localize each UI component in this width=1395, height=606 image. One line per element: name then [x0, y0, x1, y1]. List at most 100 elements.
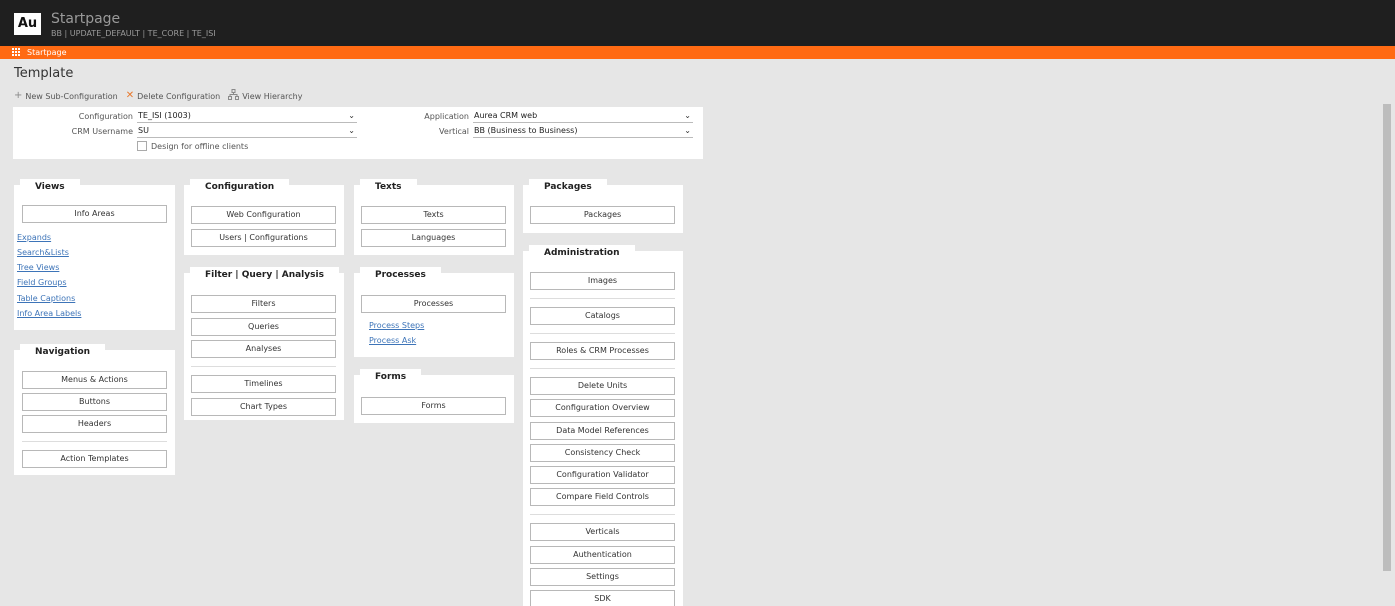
top-bar: Au Startpage BB | UPDATE_DEFAULT | TE_CO…: [0, 0, 1395, 46]
texts-button[interactable]: Texts: [361, 206, 506, 224]
configuration-select[interactable]: TE_ISI (1003) ⌄: [137, 110, 357, 123]
grid-icon: [12, 48, 21, 57]
offline-row: Design for offline clients: [137, 139, 248, 153]
processes-button[interactable]: Processes: [361, 295, 506, 313]
packages-panel: Packages Packages: [523, 179, 683, 233]
crm-username-row: CRM Username SU ⌄: [13, 124, 357, 138]
forms-button[interactable]: Forms: [361, 397, 506, 415]
app-subtitle: BB | UPDATE_DEFAULT | TE_CORE | TE_ISI: [51, 29, 216, 38]
hierarchy-icon: [228, 89, 240, 103]
process-steps-link[interactable]: Process Steps: [369, 321, 424, 330]
action-templates-button[interactable]: Action Templates: [22, 450, 167, 468]
processes-title: Processes: [360, 267, 441, 284]
delete-units-button[interactable]: Delete Units: [530, 377, 675, 395]
settings-button[interactable]: Settings: [530, 568, 675, 586]
administration-panel: Administration Images Catalogs Roles & C…: [523, 245, 683, 606]
packages-button[interactable]: Packages: [530, 206, 675, 224]
new-sub-configuration-button[interactable]: + New Sub-Configuration: [14, 91, 118, 101]
vertical-row: Vertical BB (Business to Business) ⌄: [353, 124, 693, 138]
table-captions-link[interactable]: Table Captions: [17, 294, 75, 303]
configuration-panel: Configuration Web Configuration Users | …: [184, 179, 344, 255]
application-value: Aurea CRM web: [474, 110, 538, 120]
chevron-down-icon: ⌄: [684, 110, 691, 120]
queries-button[interactable]: Queries: [191, 318, 336, 336]
divider: [22, 441, 167, 442]
new-sub-configuration-label: New Sub-Configuration: [25, 91, 118, 101]
configuration-validator-button[interactable]: Configuration Validator: [530, 466, 675, 484]
divider: [530, 514, 675, 515]
verticals-button[interactable]: Verticals: [530, 523, 675, 541]
configuration-value: TE_ISI (1003): [138, 110, 191, 120]
languages-button[interactable]: Languages: [361, 229, 506, 247]
application-label: Application: [424, 111, 469, 121]
view-hierarchy-button[interactable]: View Hierarchy: [228, 89, 302, 103]
headers-button[interactable]: Headers: [22, 415, 167, 433]
offline-checkbox[interactable]: [137, 141, 147, 151]
images-button[interactable]: Images: [530, 272, 675, 290]
views-panel: Views Info Areas Expands Search&Lists Tr…: [14, 179, 175, 330]
x-icon: ✕: [125, 90, 135, 101]
consistency-check-button[interactable]: Consistency Check: [530, 444, 675, 462]
catalogs-button[interactable]: Catalogs: [530, 307, 675, 325]
delete-configuration-button[interactable]: ✕ Delete Configuration: [126, 91, 220, 101]
filter-query-analysis-title: Filter | Query | Analysis: [190, 267, 339, 284]
application-row: Application Aurea CRM web ⌄: [353, 109, 693, 123]
tab-bar: Startpage: [0, 46, 1395, 59]
app-title: Startpage: [51, 11, 121, 27]
navigation-panel: Navigation Menus & Actions Buttons Heade…: [14, 344, 175, 475]
tree-views-link[interactable]: Tree Views: [17, 263, 59, 272]
view-hierarchy-label: View Hierarchy: [242, 91, 303, 101]
roles-crm-processes-button[interactable]: Roles & CRM Processes: [530, 342, 675, 360]
chart-types-button[interactable]: Chart Types: [191, 398, 336, 416]
search-lists-link[interactable]: Search&Lists: [17, 248, 69, 257]
texts-panel: Texts Texts Languages: [354, 179, 514, 255]
vertical-select[interactable]: BB (Business to Business) ⌄: [473, 125, 693, 138]
processes-panel: Processes Processes Process Steps Proces…: [354, 267, 514, 357]
tab-label: Startpage: [27, 48, 67, 57]
filter-query-analysis-panel: Filter | Query | Analysis Filters Querie…: [184, 267, 344, 420]
menus-actions-button[interactable]: Menus & Actions: [22, 371, 167, 389]
divider: [530, 368, 675, 369]
plus-icon: +: [14, 90, 23, 101]
filters-button[interactable]: Filters: [191, 295, 336, 313]
crm-username-value: SU: [138, 125, 149, 135]
configuration-overview-button[interactable]: Configuration Overview: [530, 399, 675, 417]
tab-startpage[interactable]: Startpage: [12, 47, 67, 58]
divider: [530, 298, 675, 299]
vertical-label: Vertical: [439, 126, 469, 136]
delete-configuration-label: Delete Configuration: [137, 91, 221, 101]
offline-label: Design for offline clients: [151, 141, 249, 151]
expands-link[interactable]: Expands: [17, 233, 51, 242]
configuration-title: Configuration: [190, 179, 290, 196]
compare-field-controls-button[interactable]: Compare Field Controls: [530, 488, 675, 506]
crm-username-label: CRM Username: [71, 126, 133, 136]
sdk-button[interactable]: SDK: [530, 590, 675, 606]
chevron-down-icon: ⌄: [684, 125, 691, 135]
views-title: Views: [20, 179, 80, 196]
info-area-labels-link[interactable]: Info Area Labels: [17, 309, 81, 318]
scrollbar[interactable]: [1383, 104, 1391, 571]
navigation-title: Navigation: [20, 344, 106, 361]
analyses-button[interactable]: Analyses: [191, 340, 336, 358]
packages-title: Packages: [529, 179, 607, 196]
authentication-button[interactable]: Authentication: [530, 546, 675, 564]
timelines-button[interactable]: Timelines: [191, 375, 336, 393]
configuration-row: Configuration TE_ISI (1003) ⌄: [13, 109, 357, 123]
buttons-button[interactable]: Buttons: [22, 393, 167, 411]
users-configurations-button[interactable]: Users | Configurations: [191, 229, 336, 247]
vertical-value: BB (Business to Business): [474, 125, 578, 135]
divider: [191, 366, 336, 367]
page-title: Template: [14, 66, 74, 81]
configuration-label: Configuration: [78, 111, 133, 121]
texts-title: Texts: [360, 179, 417, 196]
data-model-references-button[interactable]: Data Model References: [530, 422, 675, 440]
crm-username-select[interactable]: SU ⌄: [137, 125, 357, 138]
application-select[interactable]: Aurea CRM web ⌄: [473, 110, 693, 123]
process-ask-link[interactable]: Process Ask: [369, 336, 416, 345]
web-configuration-button[interactable]: Web Configuration: [191, 206, 336, 224]
info-areas-button[interactable]: Info Areas: [22, 205, 167, 223]
field-groups-link[interactable]: Field Groups: [17, 278, 67, 287]
configuration-form: Configuration TE_ISI (1003) ⌄ CRM Userna…: [13, 107, 703, 159]
administration-title: Administration: [529, 245, 635, 262]
au-logo-icon: Au: [14, 13, 41, 35]
